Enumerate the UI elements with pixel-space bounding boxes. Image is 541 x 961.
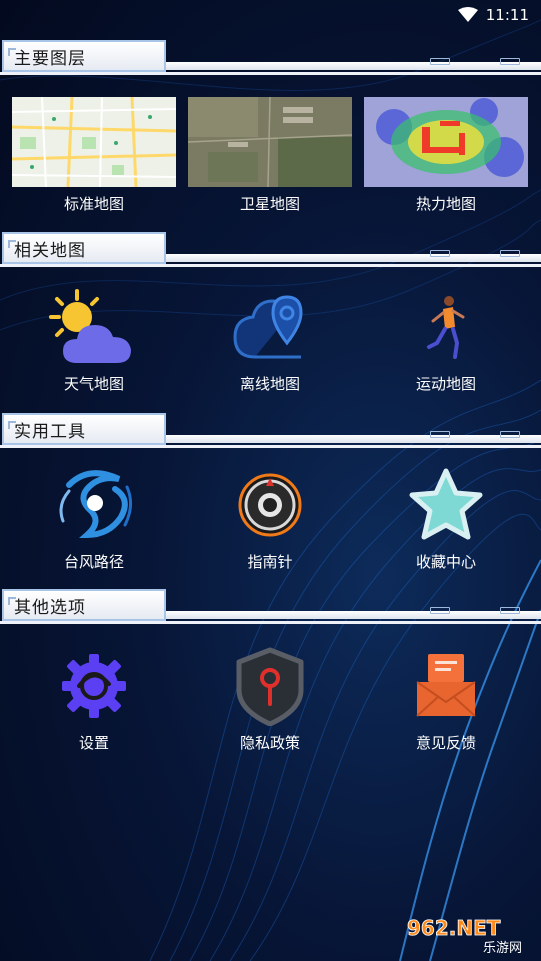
status-bar: 11:11: [0, 0, 541, 30]
section-header-tools: 实用工具: [0, 409, 541, 451]
runner-icon: [427, 296, 465, 359]
related-weather-map[interactable]: 天气地图: [12, 287, 176, 394]
related-offline-map[interactable]: 离线地图: [188, 287, 352, 394]
offline-map-icon: [233, 295, 303, 359]
settings-gear-icon: [62, 654, 126, 718]
layer-standard-map[interactable]: 标准地图: [12, 97, 176, 214]
standard-map-thumbnail: [12, 97, 176, 187]
option-feedback-label: 意见反馈: [415, 734, 476, 752]
heat-map-thumbnail: [364, 97, 528, 187]
watermark-logo: 962.NET 乐游网: [407, 916, 522, 955]
tool-favorites-label: 收藏中心: [415, 553, 476, 571]
option-settings-label: 设置: [78, 734, 109, 752]
tool-typhoon-path-label: 台风路径: [63, 553, 124, 571]
feedback-mail-icon: [416, 654, 476, 717]
related-weather-map-label: 天气地图: [63, 375, 124, 393]
satellite-map-thumbnail: [188, 97, 352, 187]
status-time: 11:11: [485, 6, 529, 24]
section-header-related: 相关地图: [0, 228, 541, 270]
section-header-other: 其他选项: [0, 585, 541, 627]
section-title-related: 相关地图: [14, 241, 86, 261]
related-sport-map[interactable]: 运动地图: [364, 287, 528, 394]
wifi-icon: [457, 7, 478, 22]
layer-heat-map[interactable]: 热力地图: [364, 97, 528, 214]
typhoon-icon: [59, 470, 132, 539]
section-header-layers: 主要图层: [0, 36, 541, 78]
star-icon: [409, 468, 483, 540]
option-privacy-policy[interactable]: 隐私政策: [188, 646, 352, 753]
tool-compass-label: 指南针: [247, 553, 293, 571]
tool-compass[interactable]: 指南针: [188, 465, 352, 572]
layer-satellite-map[interactable]: 卫星地图: [188, 97, 352, 214]
layer-satellite-map-label: 卫星地图: [239, 195, 300, 213]
section-title-tools: 实用工具: [14, 422, 86, 442]
related-sport-map-label: 运动地图: [415, 375, 476, 393]
weather-icon: [49, 289, 131, 363]
watermark-text-top: 962.NET: [407, 916, 501, 940]
tool-favorites[interactable]: 收藏中心: [364, 465, 528, 572]
privacy-shield-icon: [236, 647, 304, 726]
watermark-text-bottom: 乐游网: [483, 941, 522, 955]
option-settings[interactable]: 设置: [12, 646, 176, 753]
layer-standard-map-label: 标准地图: [63, 195, 124, 213]
tool-typhoon-path[interactable]: 台风路径: [12, 465, 176, 572]
option-feedback[interactable]: 意见反馈: [364, 646, 528, 753]
option-privacy-policy-label: 隐私政策: [239, 734, 300, 752]
section-title-layers: 主要图层: [14, 49, 86, 69]
section-title-other: 其他选项: [14, 598, 86, 618]
layer-heat-map-label: 热力地图: [415, 195, 476, 213]
related-offline-map-label: 离线地图: [239, 375, 300, 393]
compass-icon: [238, 473, 302, 537]
